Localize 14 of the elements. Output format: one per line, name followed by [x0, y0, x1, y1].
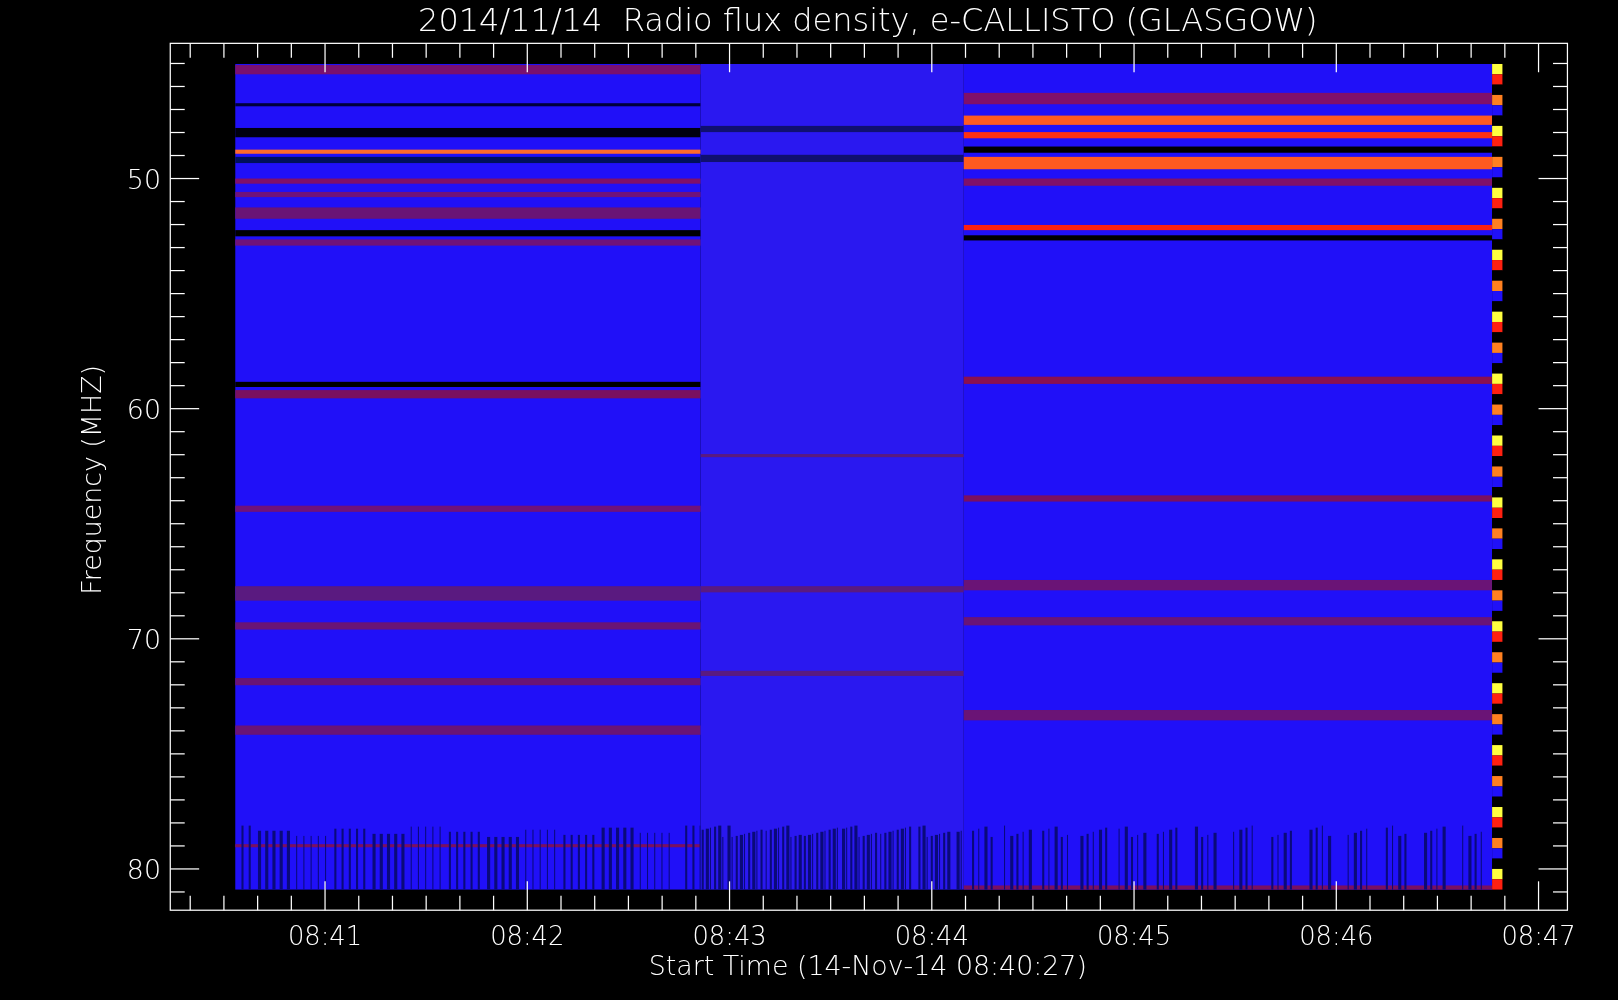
tick-label: 08:42: [490, 921, 565, 952]
tick-label: 80: [126, 854, 161, 886]
tick-label: 08:41: [287, 921, 363, 952]
tick-label: 08:44: [894, 921, 969, 952]
axis-title: Start Time (14-Nov-14 08:40:27): [648, 950, 1087, 982]
tick-label: 70: [126, 624, 161, 656]
tick-label: 60: [126, 394, 161, 425]
tick-label: 08:47: [1501, 921, 1576, 952]
tick-label: 08:45: [1096, 921, 1172, 952]
axis-title: Frequency (MHZ): [76, 365, 108, 595]
tick-label: 50: [126, 163, 161, 195]
tick-label: 08:43: [692, 921, 767, 952]
tick-label: 08:46: [1299, 921, 1374, 952]
chart-title: 2014/11/14 Radio flux density, e-CALLISTO (GLASGOW): [418, 0, 1318, 39]
